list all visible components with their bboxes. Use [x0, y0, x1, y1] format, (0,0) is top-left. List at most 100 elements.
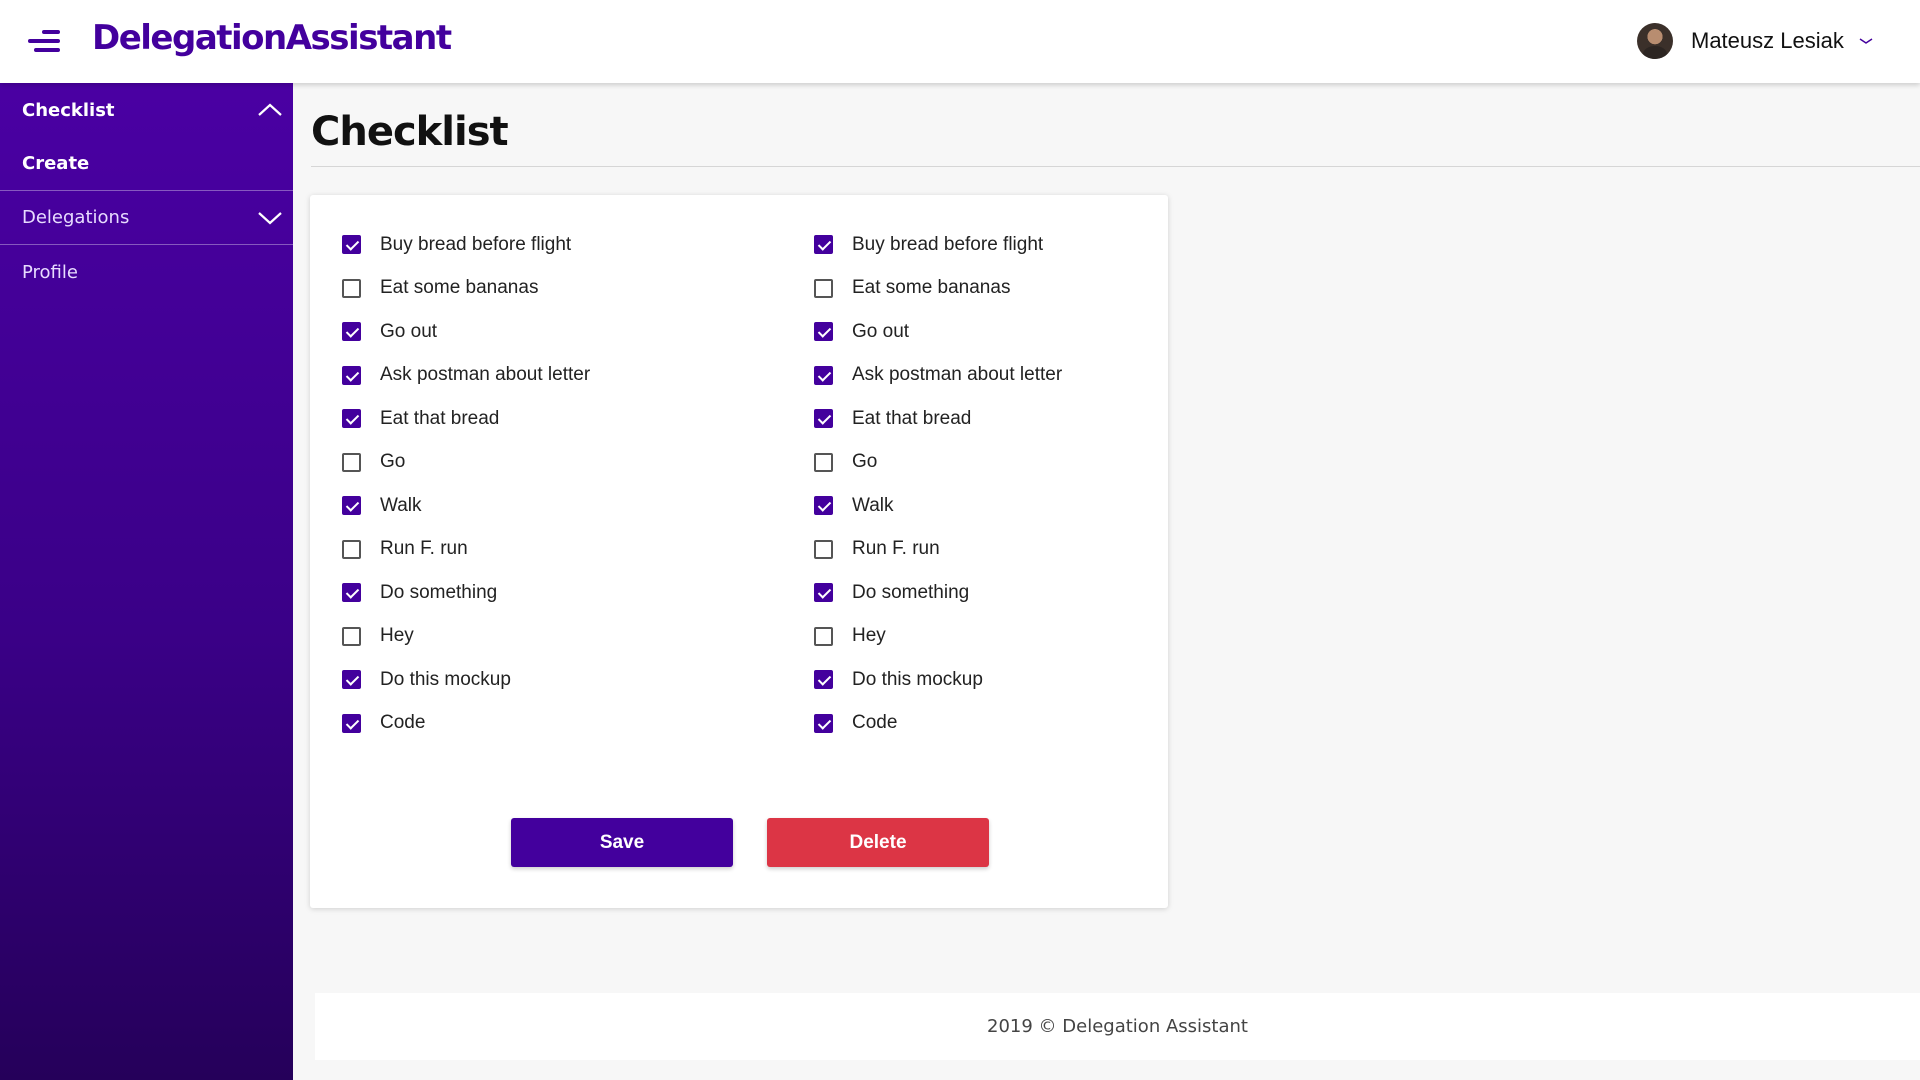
sidebar-item-label: Profile [22, 261, 78, 283]
checklist-item-label: Go out [852, 320, 910, 342]
checklist-item-label: Eat some bananas [380, 277, 539, 299]
checklist-item[interactable]: Go out [342, 310, 742, 354]
checklist-item-label: Walk [380, 494, 422, 516]
sidebar-item-label: Checklist [22, 99, 115, 121]
checkbox-icon[interactable] [814, 713, 833, 733]
checkbox-icon[interactable] [814, 496, 833, 516]
chevron-down-icon [258, 212, 282, 225]
checkbox-icon[interactable] [342, 583, 361, 603]
checkbox-icon[interactable] [814, 583, 833, 603]
checklist-item-label: Buy bread before flight [852, 233, 1044, 255]
user-name: Mateusz Lesiak [1691, 28, 1844, 53]
checklist-item[interactable]: Do this mockup [342, 658, 742, 702]
checklist-item[interactable]: Hey [814, 615, 1214, 659]
checkbox-icon[interactable] [342, 278, 361, 298]
checklist-item-label: Code [380, 712, 426, 734]
checkbox-icon[interactable] [814, 409, 833, 429]
checkbox-icon[interactable] [814, 539, 833, 559]
sidebar-item-profile[interactable]: Profile [0, 245, 293, 299]
delete-button[interactable]: Delete [767, 818, 989, 867]
chevron-up-icon [258, 103, 282, 116]
checklist-item[interactable]: Code [814, 702, 1214, 746]
checkbox-icon[interactable] [342, 496, 361, 516]
checklist-item[interactable]: Ask postman about letter [342, 354, 742, 398]
sidebar-item-label: Create [22, 153, 90, 174]
footer-copyright: 2019 © Delegation Assistant [987, 1016, 1248, 1037]
app-header: DelegationAssistant Mateusz Lesiak [0, 0, 1920, 83]
checkbox-icon[interactable] [342, 322, 361, 342]
checkbox-icon[interactable] [342, 235, 361, 255]
brand-logo[interactable]: DelegationAssistant [92, 18, 452, 58]
checklist-item-label: Ask postman about letter [380, 364, 591, 386]
hamburger-menu-icon[interactable] [28, 30, 60, 54]
checklist-item[interactable]: Ask postman about letter [814, 354, 1214, 398]
checklist-item[interactable]: Hey [342, 615, 742, 659]
checklist-item[interactable]: Go out [814, 310, 1214, 354]
avatar [1637, 23, 1673, 59]
checkbox-icon[interactable] [342, 626, 361, 646]
checklist-item-label: Go out [380, 320, 438, 342]
page-title: Checklist [311, 109, 509, 155]
checkbox-icon[interactable] [342, 539, 361, 559]
checklist-item-label: Buy bread before flight [380, 233, 572, 255]
checklist-item[interactable]: Go [814, 441, 1214, 485]
checklist-item[interactable]: Walk [342, 484, 742, 528]
sidebar-item-delegations[interactable]: Delegations [0, 191, 293, 245]
checkbox-icon[interactable] [342, 365, 361, 385]
checkbox-icon[interactable] [814, 322, 833, 342]
checklist-item[interactable]: Code [342, 702, 742, 746]
checklist-item[interactable]: Do this mockup [814, 658, 1214, 702]
checklist-item-label: Do this mockup [380, 668, 511, 690]
checkbox-icon[interactable] [342, 713, 361, 733]
checklist-item[interactable]: Go [342, 441, 742, 485]
divider [311, 166, 1920, 167]
checklist-item[interactable]: Buy bread before flight [814, 223, 1214, 267]
checklist-item[interactable]: Do something [342, 571, 742, 615]
checklist-item[interactable]: Do something [814, 571, 1214, 615]
checklist-item-label: Code [852, 712, 898, 734]
user-menu[interactable]: Mateusz Lesiak [1637, 22, 1874, 60]
checklist-item-label: Do something [380, 581, 498, 603]
checklist-item[interactable]: Run F. run [814, 528, 1214, 572]
checkbox-icon[interactable] [814, 365, 833, 385]
sidebar-item-checklist[interactable]: Checklist [0, 83, 293, 137]
checkbox-icon[interactable] [814, 626, 833, 646]
chevron-down-icon [1859, 38, 1873, 44]
checklist-item[interactable]: Buy bread before flight [342, 223, 742, 267]
sidebar: Checklist Create Delegations Profile [0, 83, 293, 1080]
checklist-item[interactable]: Eat that bread [342, 397, 742, 441]
footer: 2019 © Delegation Assistant [315, 993, 1920, 1060]
checkbox-icon[interactable] [342, 409, 361, 429]
main-content: Checklist Buy bread before flight Eat som… [293, 83, 1920, 1080]
checklist-column-right: Buy bread before flight Eat some bananas G… [814, 223, 1214, 745]
checklist-item-label: Go [380, 451, 406, 473]
checklist-item-label: Eat that bread [852, 407, 972, 429]
checklist-item[interactable]: Eat that bread [814, 397, 1214, 441]
checkbox-icon[interactable] [342, 670, 361, 690]
checklist-item[interactable]: Eat some bananas [814, 267, 1214, 311]
checklist-item[interactable]: Run F. run [342, 528, 742, 572]
checkbox-icon[interactable] [814, 278, 833, 298]
save-button[interactable]: Save [511, 818, 733, 867]
checkbox-icon[interactable] [342, 452, 361, 472]
checklist-item-label: Do this mockup [852, 668, 983, 690]
checklist-item-label: Hey [852, 625, 886, 647]
checkbox-icon[interactable] [814, 670, 833, 690]
checklist-item-label: Run F. run [380, 538, 468, 560]
checklist-column-left: Buy bread before flight Eat some bananas G… [342, 223, 742, 745]
checkbox-icon[interactable] [814, 235, 833, 255]
checklist-item-label: Eat some bananas [852, 277, 1011, 299]
checklist-item-label: Walk [852, 494, 894, 516]
checklist-item-label: Run F. run [852, 538, 940, 560]
checklist-item-label: Ask postman about letter [852, 364, 1063, 386]
checkbox-icon[interactable] [814, 452, 833, 472]
sidebar-item-create[interactable]: Create [0, 137, 293, 191]
checklist-item-label: Eat that bread [380, 407, 500, 429]
checklist-item-label: Go [852, 451, 878, 473]
sidebar-item-label: Delegations [22, 207, 130, 228]
checklist-item-label: Do something [852, 581, 970, 603]
checklist-card: Buy bread before flight Eat some bananas G… [310, 195, 1168, 908]
checklist-item-label: Hey [380, 625, 414, 647]
checklist-item[interactable]: Walk [814, 484, 1214, 528]
checklist-item[interactable]: Eat some bananas [342, 267, 742, 311]
